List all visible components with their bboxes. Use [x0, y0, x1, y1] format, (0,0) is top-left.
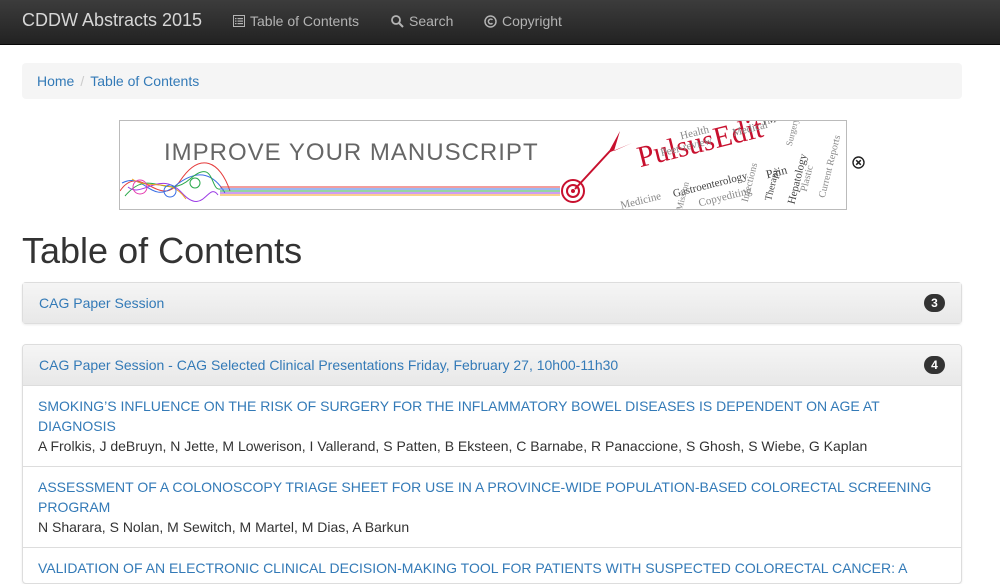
- article-title-link[interactable]: ASSESSMENT OF A COLONOSCOPY TRIAGE SHEET…: [38, 477, 946, 517]
- ad-banner[interactable]: IMPROVE YOUR MANUSCRIPT PulsusEditTM Hea…: [119, 120, 847, 210]
- nav-label: Copyright: [502, 13, 562, 29]
- article-authors: A Frolkis, J deBruyn, N Jette, M Loweris…: [38, 438, 868, 454]
- article-list-item: ASSESSMENT OF A COLONOSCOPY TRIAGE SHEET…: [23, 466, 961, 547]
- breadcrumb: Home / Table of Contents: [22, 63, 962, 99]
- nav-copyright[interactable]: Copyright: [484, 13, 562, 29]
- session-heading[interactable]: CAG Paper Session - CAG Selected Clinica…: [23, 345, 961, 385]
- nav-search[interactable]: Search: [391, 13, 453, 29]
- session-title-link[interactable]: CAG Paper Session - CAG Selected Clinica…: [39, 357, 618, 373]
- session-title-link[interactable]: CAG Paper Session: [39, 295, 164, 311]
- page-title: Table of Contents: [22, 230, 303, 271]
- nav-table-of-contents[interactable]: Table of Contents: [233, 13, 359, 29]
- breadcrumb-current[interactable]: Table of Contents: [90, 73, 199, 89]
- article-authors: N Sharara, S Nolan, M Sewitch, M Martel,…: [38, 519, 410, 535]
- session-panel: CAG Paper Session - CAG Selected Clinica…: [22, 344, 962, 584]
- article-list-item: SMOKING’S INFLUENCE ON THE RISK OF SURGE…: [23, 385, 961, 466]
- top-navbar: CDDW Abstracts 2015 Table of Contents Se…: [0, 0, 1000, 45]
- brand-link[interactable]: CDDW Abstracts 2015: [22, 10, 202, 31]
- nav-label: Search: [409, 13, 454, 29]
- nav-label: Table of Contents: [250, 13, 359, 29]
- breadcrumb-home[interactable]: Home: [37, 73, 74, 89]
- ad-headline: IMPROVE YOUR MANUSCRIPT: [164, 139, 539, 166]
- list-icon: [233, 15, 245, 27]
- copyright-icon: [484, 14, 497, 28]
- article-list-item: VALIDATION OF AN ELECTRONIC CLINICAL DEC…: [23, 547, 961, 583]
- article-count-badge: 3: [924, 294, 945, 312]
- article-title-link[interactable]: SMOKING’S INFLUENCE ON THE RISK OF SURGE…: [38, 396, 946, 436]
- close-ad-icon[interactable]: [852, 156, 865, 169]
- article-count-badge: 4: [924, 356, 945, 374]
- breadcrumb-separator: /: [80, 73, 85, 89]
- session-panel: CAG Paper Session 3: [22, 282, 962, 324]
- session-heading[interactable]: CAG Paper Session 3: [23, 283, 961, 323]
- search-icon: [391, 14, 404, 28]
